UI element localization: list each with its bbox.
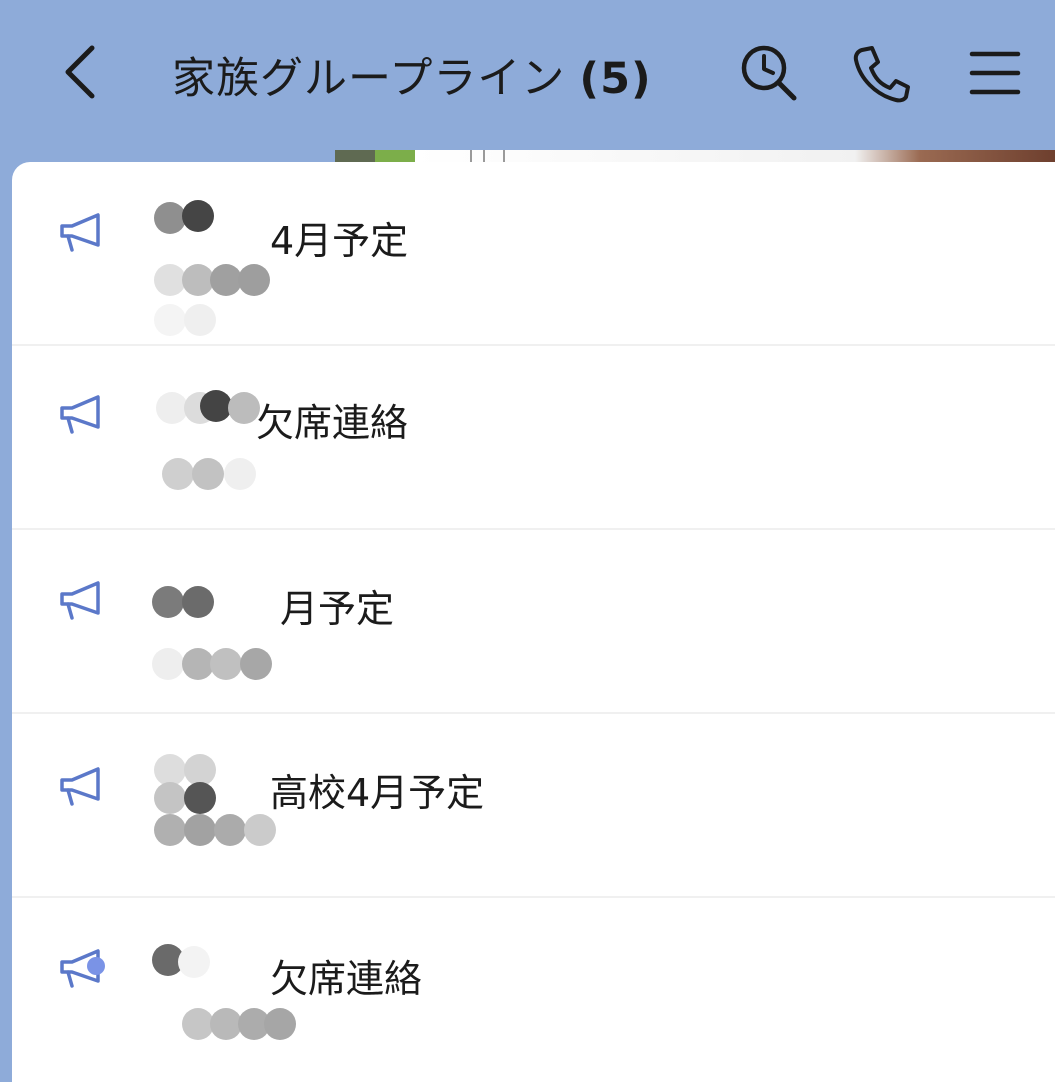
megaphone-icon [60, 213, 100, 252]
call-button[interactable] [848, 40, 914, 106]
chat-title: 家族グループライン (5) [172, 44, 652, 106]
sender-avatar-blurred [144, 192, 284, 336]
chat-header: 家族グループライン (5) [0, 0, 1055, 150]
announcement-item[interactable]: 4月予定 [12, 162, 1055, 346]
announcement-list-panel: 4月予定 欠席連絡 月予定 高校4月予定 欠席連絡 [12, 162, 1055, 1082]
megaphone-icon [60, 949, 105, 988]
announcement-item[interactable]: 高校4月予定 [12, 714, 1055, 898]
announcement-item[interactable]: 欠席連絡 [12, 346, 1055, 530]
sender-avatar-blurred [144, 560, 284, 700]
sender-avatar-blurred [144, 754, 284, 894]
megaphone-icon [60, 395, 100, 434]
announcement-title: 欠席連絡 [256, 401, 409, 445]
megaphone-icon [60, 581, 100, 620]
search-history-button[interactable] [736, 40, 802, 106]
announcement-title: 欠席連絡 [270, 957, 423, 1001]
announcement-item[interactable]: 月予定 [12, 530, 1055, 714]
announcement-title: 月予定 [280, 587, 395, 631]
group-name: 家族グループライン [172, 54, 566, 104]
phone-icon [853, 46, 910, 103]
megaphone-icon [60, 767, 100, 806]
member-count: (5) [579, 54, 652, 104]
clock-search-icon [741, 45, 797, 101]
menu-button[interactable] [962, 40, 1028, 106]
announcement-title: 高校4月予定 [270, 771, 485, 815]
announcement-title: 4月予定 [270, 219, 409, 263]
announcement-item[interactable]: 欠席連絡 [12, 898, 1055, 1082]
sender-avatar-blurred [144, 938, 296, 1078]
hamburger-menu-icon [969, 51, 1021, 95]
back-button[interactable] [52, 40, 112, 104]
